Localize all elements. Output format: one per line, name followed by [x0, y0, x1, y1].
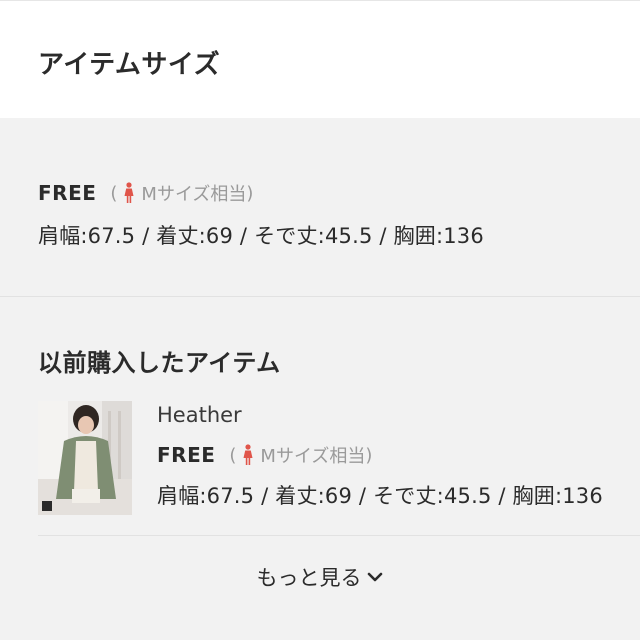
- chevron-down-icon: [367, 572, 382, 582]
- woman-icon: [124, 182, 134, 203]
- size-section: [0, 118, 640, 296]
- size-measurements: 肩幅:67.5 / 着丈:69 / そで丈:45.5 / 胸囲:136: [38, 224, 484, 248]
- item-size-equivalent: ( Mサイズ相当 ): [229, 442, 372, 468]
- item-size-header: アイテムサイズ: [0, 0, 640, 118]
- paren-open: (: [229, 444, 237, 466]
- item-size-info: FREE ( Mサイズ相当 ): [157, 441, 372, 469]
- item-size-name: FREE: [157, 443, 216, 467]
- paren-close: ): [365, 444, 373, 466]
- page-title: アイテムサイズ: [38, 50, 221, 80]
- show-more-label: もっと見る: [256, 566, 362, 590]
- item-photo: [38, 401, 132, 515]
- paren-close: ): [246, 182, 254, 204]
- item-measurements: 肩幅:67.5 / 着丈:69 / そで丈:45.5 / 胸囲:136: [157, 484, 603, 508]
- section-divider: [0, 296, 640, 297]
- equivalent-label: Mサイズ相当: [260, 446, 366, 467]
- size-info: FREE ( Mサイズ相当 ): [38, 180, 253, 206]
- equivalent-label: Mサイズ相当: [141, 184, 247, 205]
- item-divider: [38, 535, 640, 536]
- item-thumbnail[interactable]: [38, 401, 132, 515]
- paren-open: (: [110, 182, 118, 204]
- item-brand: Heather: [157, 403, 242, 427]
- woman-icon: [243, 444, 253, 465]
- size-equivalent: ( Mサイズ相当 ): [110, 180, 253, 206]
- show-more-button[interactable]: もっと見る: [0, 562, 640, 592]
- previous-purchases-title: 以前購入したアイテム: [38, 349, 281, 377]
- size-name: FREE: [38, 181, 97, 205]
